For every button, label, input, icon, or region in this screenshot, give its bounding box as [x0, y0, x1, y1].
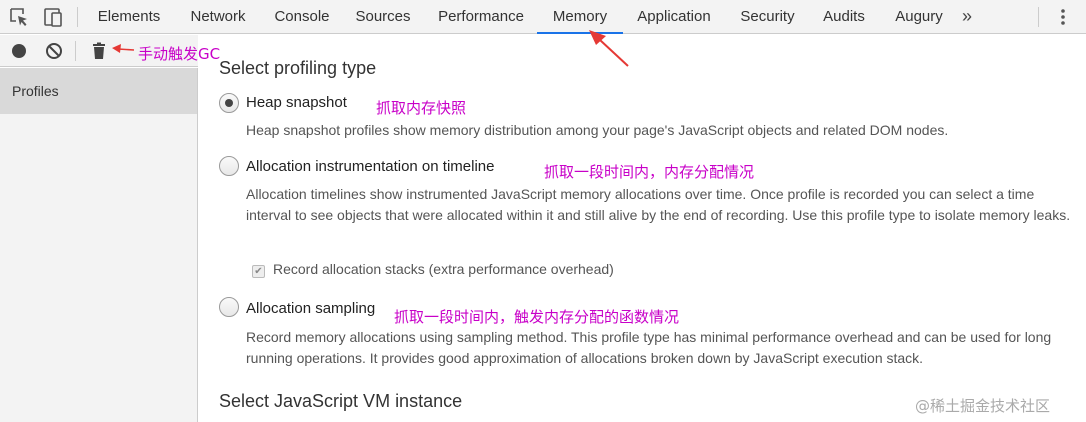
tab-console[interactable]: Console	[267, 0, 337, 34]
annotation-timeline: 抓取一段时间内，内存分配情况	[544, 163, 755, 181]
device-toolbar-icon[interactable]	[42, 6, 64, 28]
radio-heap-snapshot[interactable]	[219, 93, 239, 113]
record-allocation-stacks-checkbox[interactable]: ✔	[252, 265, 265, 278]
sidebar: Profiles	[0, 68, 198, 422]
devtools-tab-bar: Elements Network Console Sources Perform…	[0, 0, 1086, 34]
toolbar-divider	[1038, 7, 1039, 27]
tab-elements[interactable]: Elements	[89, 0, 169, 34]
tab-augury[interactable]: Augury	[887, 0, 951, 34]
tab-application[interactable]: Application	[628, 0, 720, 34]
option-label-heap-snapshot[interactable]: Heap snapshot	[246, 94, 347, 111]
option-label-allocation-sampling[interactable]: Allocation sampling	[246, 300, 375, 317]
record-icon[interactable]	[9, 41, 29, 61]
tab-sources[interactable]: Sources	[350, 0, 416, 34]
watermark: @稀土掘金技术社区	[915, 397, 1051, 415]
annotation-arrow	[589, 30, 629, 67]
toolbar-divider	[77, 7, 78, 27]
annotation-heap: 抓取内存快照	[376, 99, 467, 117]
checkbox-label[interactable]: Record allocation stacks (extra performa…	[273, 261, 614, 277]
radio-allocation-timeline[interactable]	[219, 156, 239, 176]
collect-garbage-icon[interactable]	[89, 41, 109, 61]
tab-network[interactable]: Network	[183, 0, 253, 34]
vm-instance-heading: Select JavaScript VM instance	[219, 391, 463, 411]
option-description: Heap snapshot profiles show memory distr…	[246, 122, 949, 138]
section-heading: Select profiling type	[219, 58, 377, 78]
radio-allocation-sampling[interactable]	[219, 297, 239, 317]
toolbar-divider	[75, 41, 76, 61]
more-options-icon[interactable]	[1054, 7, 1072, 27]
annotation-gc: 手动触发GC	[138, 45, 221, 63]
tab-performance[interactable]: Performance	[430, 0, 532, 34]
sidebar-item-profiles[interactable]: Profiles	[0, 68, 197, 114]
annotation-arrow	[112, 44, 135, 53]
option-label-allocation-timeline[interactable]: Allocation instrumentation on timeline	[246, 158, 494, 175]
inspect-element-icon[interactable]	[8, 6, 30, 28]
clear-icon[interactable]	[44, 41, 64, 61]
annotation-sampling: 抓取一段时间内，触发内存分配的函数情况	[394, 308, 680, 326]
option-description: Allocation timelines show instrumented J…	[246, 186, 1071, 223]
tab-security[interactable]: Security	[734, 0, 801, 34]
more-tabs-button[interactable]: »	[962, 0, 972, 34]
profiling-type-panel: Select profiling type Heap snapshot Heap…	[199, 35, 1086, 422]
option-description: Record memory allocations using sampling…	[246, 329, 1052, 366]
tab-audits[interactable]: Audits	[815, 0, 873, 34]
